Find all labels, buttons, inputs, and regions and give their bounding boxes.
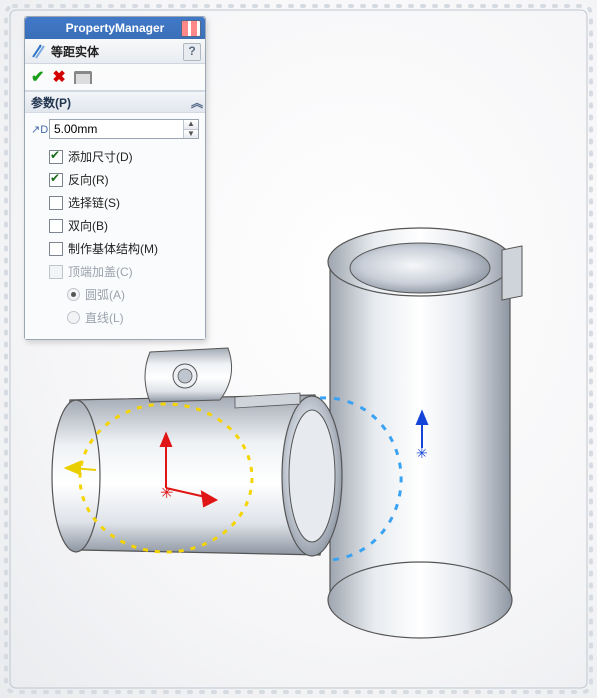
parameters-label: 参数(P): [31, 94, 71, 111]
option-label: 圆弧(A): [85, 286, 125, 303]
distance-icon: ↗D: [31, 123, 49, 136]
panel-title-bar: PropertyManager: [25, 17, 205, 39]
option-label: 双向(B): [68, 217, 108, 234]
palette-icon[interactable]: [181, 20, 201, 37]
panel-title: PropertyManager: [66, 21, 165, 35]
distance-input[interactable]: 5.00mm ▲ ▼: [49, 119, 199, 139]
checkbox-icon: [49, 173, 63, 187]
help-button[interactable]: ?: [183, 43, 201, 61]
checkbox-icon: [49, 150, 63, 164]
option-select-chain[interactable]: 选择链(S): [31, 191, 199, 214]
checkbox-icon: [49, 265, 63, 279]
option-lines: 直线(L): [31, 306, 199, 329]
feature-title: 等距实体: [51, 43, 99, 60]
confirm-row: ✔ ✖: [25, 64, 205, 91]
collapse-icon: ︽: [191, 94, 199, 111]
property-manager-panel: PropertyManager 等距实体 ? ✔ ✖ 参数(P) ︽ ↗D: [24, 16, 206, 340]
svg-text:✳: ✳: [160, 485, 173, 502]
option-label: 制作基体结构(M): [68, 240, 158, 257]
offset-entities-icon: [31, 43, 47, 59]
distance-spinner: ▲ ▼: [183, 120, 198, 138]
feature-header: 等距实体 ?: [25, 39, 205, 64]
option-add-dimensions[interactable]: 添加尺寸(D): [31, 145, 199, 168]
pushpin-button[interactable]: [74, 71, 92, 84]
option-reverse[interactable]: 反向(R): [31, 168, 199, 191]
offset-distance-row: ↗D 5.00mm ▲ ▼: [31, 119, 199, 139]
option-base-construction[interactable]: 制作基体结构(M): [31, 237, 199, 260]
parameters-body: ↗D 5.00mm ▲ ▼ 添加尺寸(D) 反向(R) 选择链(: [25, 113, 205, 339]
option-label: 添加尺寸(D): [68, 148, 133, 165]
svg-text:✳: ✳: [416, 445, 428, 461]
option-label: 直线(L): [85, 309, 124, 326]
ok-button[interactable]: ✔: [31, 67, 44, 87]
radio-icon: [67, 311, 80, 324]
parameters-header[interactable]: 参数(P) ︽: [25, 91, 205, 113]
cancel-button[interactable]: ✖: [52, 67, 65, 87]
checkbox-icon: [49, 196, 63, 210]
option-bidirectional[interactable]: 双向(B): [31, 214, 199, 237]
distance-value[interactable]: 5.00mm: [50, 120, 183, 138]
spinner-down[interactable]: ▼: [184, 130, 198, 139]
option-arcs: 圆弧(A): [31, 283, 199, 306]
checkbox-icon: [49, 242, 63, 256]
viewport[interactable]: ✳ ✳ PropertyManager 等距实体 ?: [0, 0, 597, 698]
option-label: 选择链(S): [68, 194, 120, 211]
option-cap-ends: 顶端加盖(C): [31, 260, 199, 283]
checkbox-icon: [49, 219, 63, 233]
option-label: 顶端加盖(C): [68, 263, 133, 280]
radio-icon: [67, 288, 80, 301]
option-label: 反向(R): [68, 171, 109, 188]
